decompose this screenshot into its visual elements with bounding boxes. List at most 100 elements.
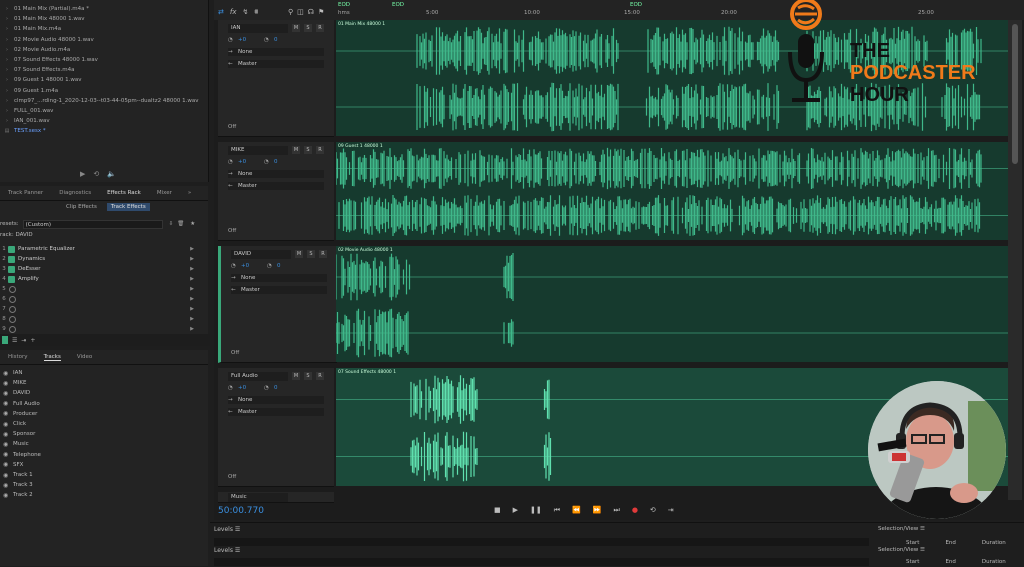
skip-icon[interactable]: ⇥ [668, 506, 674, 515]
effect-slot[interactable]: 4 Amplify ▶ [0, 274, 200, 284]
power-icon[interactable] [8, 255, 15, 263]
effect-menu-arrow-icon[interactable]: ▶ [190, 316, 194, 322]
pan-value[interactable]: 0 [274, 159, 278, 165]
track-name[interactable]: MIKE [228, 146, 288, 155]
tab-history[interactable]: History [8, 354, 28, 360]
arm-button[interactable]: R [316, 146, 324, 154]
expand-arrow-icon[interactable]: › [0, 16, 14, 22]
file-item[interactable]: › clmp97_...rding-1_2020-12-03--t03-44-05… [0, 96, 205, 106]
power-icon[interactable] [9, 325, 16, 333]
volume-knob-icon[interactable]: ◔ [228, 385, 238, 391]
marker-icon[interactable]: ⚑ [318, 8, 324, 16]
expand-arrow-icon[interactable]: › [0, 47, 14, 53]
presets-dropdown[interactable]: (Custom) [22, 219, 163, 229]
expand-arrow-icon[interactable]: › [0, 98, 14, 104]
output-row[interactable]: ← Master [228, 60, 324, 68]
play-icon[interactable]: ▶ [513, 506, 518, 515]
eod-marker[interactable]: EOD [338, 2, 350, 8]
snap-icon[interactable]: ⚲ [288, 8, 293, 16]
effect-slot[interactable]: 2 Dynamics ▶ [0, 254, 200, 264]
list-item[interactable]: ◉ Producer [3, 409, 37, 419]
eod-marker[interactable]: EOD [630, 2, 642, 8]
visibility-eye-icon[interactable]: ◉ [3, 421, 13, 428]
output-row[interactable]: ← Master [231, 286, 327, 294]
track-header[interactable]: Full Audio M S R ◔ +0 ◔ 0 → None ← Master Off [218, 368, 334, 487]
insert-icon[interactable]: ⇥ [21, 337, 26, 344]
list-item[interactable]: ◉ Track 2 [3, 490, 33, 500]
session-icon[interactable]: ▤ [0, 128, 14, 134]
power-icon[interactable] [9, 315, 16, 323]
list-item[interactable]: ◉ MIKE [3, 378, 26, 388]
automation-mode[interactable]: Off [228, 228, 324, 236]
meter-icon[interactable]: ◫ [297, 8, 304, 16]
subtab-clip-effects[interactable]: Clip Effects [62, 203, 101, 211]
delete-preset-icon[interactable]: 🗑 [177, 221, 184, 227]
list-item[interactable]: ◉ Sponsor [3, 429, 35, 439]
list-item[interactable]: ◉ IAN [3, 368, 23, 378]
volume-knob-icon[interactable]: ◔ [228, 159, 238, 165]
input-row[interactable]: → None [228, 396, 324, 404]
sends-icon[interactable]: ↯ [242, 8, 248, 17]
tab-effects-rack[interactable]: Effects Rack [107, 190, 141, 196]
power-icon[interactable] [8, 265, 15, 273]
automation-mode[interactable]: Off [231, 350, 327, 358]
add-icon[interactable]: + [30, 337, 35, 344]
track-header[interactable]: MIKE M S R ◔ +0 ◔ 0 → None ← Master Off [218, 142, 334, 241]
subtab-track-effects[interactable]: Track Effects [106, 203, 150, 211]
effect-slot[interactable]: 8 ▶ [0, 314, 200, 324]
fx-icon[interactable]: fx [230, 8, 237, 17]
file-item[interactable]: › 02 Movie Audio 48000 1.wav [0, 35, 205, 45]
file-item[interactable]: ▤ TEST.sesx * [0, 126, 205, 136]
vertical-scrollbar[interactable] [1008, 20, 1022, 500]
power-icon[interactable] [9, 285, 16, 293]
list-item[interactable]: ◉ Telephone [3, 450, 41, 460]
tab-diagnostics[interactable]: Diagnostics [59, 190, 91, 196]
track-name[interactable]: DAVID [231, 250, 291, 259]
file-item[interactable]: › 01 Main Mix.m4a [0, 24, 205, 34]
mute-button[interactable]: M [292, 146, 300, 154]
pause-icon[interactable]: ❚❚ [530, 506, 542, 515]
tab-tracks[interactable]: Tracks [43, 354, 61, 361]
visibility-eye-icon[interactable]: ◉ [3, 482, 13, 489]
eq-icon[interactable]: ⩩ [254, 8, 258, 17]
effect-slot[interactable]: 5 ▶ [0, 284, 200, 294]
power-icon[interactable] [9, 305, 16, 313]
more-panels-icon[interactable]: » [188, 190, 191, 196]
save-preset-icon[interactable]: ⇩ [169, 221, 174, 227]
eod-marker[interactable]: EOD [392, 2, 404, 8]
track-header[interactable]: DAVID M S R ◔ +0 ◔ 0 → None ← Master Off [218, 246, 337, 363]
list-item[interactable]: ◉ Full Audio [3, 399, 40, 409]
expand-arrow-icon[interactable]: › [0, 37, 14, 43]
rack-power-icon[interactable] [2, 336, 8, 344]
file-item[interactable]: › IAN_001.wav [0, 116, 205, 126]
loop-icon[interactable]: ⟲ [650, 506, 656, 515]
effect-menu-arrow-icon[interactable]: ▶ [190, 296, 194, 302]
expand-arrow-icon[interactable]: › [0, 6, 14, 12]
stop-icon[interactable]: ■ [494, 506, 501, 515]
arm-button[interactable]: R [319, 250, 327, 258]
goto-start-icon[interactable]: ⏮ [554, 506, 560, 515]
pan-knob-icon[interactable]: ◔ [264, 385, 274, 391]
expand-arrow-icon[interactable]: › [0, 26, 14, 32]
visibility-eye-icon[interactable]: ◉ [3, 390, 13, 397]
solo-button[interactable]: S [304, 146, 312, 154]
track-lane[interactable]: 02 Movie Audio 48000 1 [336, 246, 1008, 362]
record-icon[interactable]: ● [632, 506, 638, 515]
file-item[interactable]: › FULL_001.wav [0, 106, 205, 116]
fast-forward-icon[interactable]: ⏩ [593, 506, 602, 515]
tab-video[interactable]: Video [77, 354, 92, 360]
effect-menu-arrow-icon[interactable]: ▶ [190, 256, 194, 262]
output-row[interactable]: ← Master [228, 182, 324, 190]
list-item[interactable]: ◉ Music [3, 439, 29, 449]
scroll-thumb[interactable] [1012, 24, 1018, 164]
visibility-eye-icon[interactable]: ◉ [3, 441, 13, 448]
visibility-eye-icon[interactable]: ◉ [3, 492, 13, 499]
mute-button[interactable]: M [292, 24, 300, 32]
visibility-eye-icon[interactable]: ◉ [3, 410, 13, 417]
headphones-icon[interactable]: ☊ [308, 8, 314, 16]
arm-button[interactable]: R [316, 372, 324, 380]
visibility-eye-icon[interactable]: ◉ [3, 472, 13, 479]
volume-value[interactable]: +0 [238, 385, 264, 391]
move-tool-icon[interactable]: ⇄ [218, 8, 224, 17]
arm-button[interactable]: R [316, 24, 324, 32]
